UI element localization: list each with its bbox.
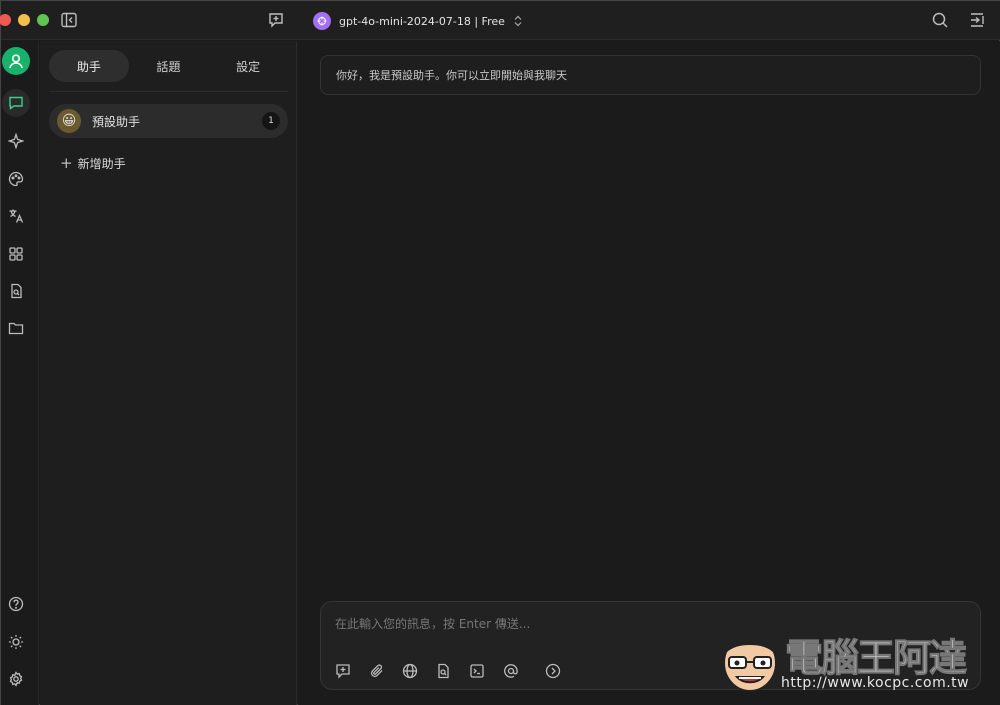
- help-icon[interactable]: [5, 593, 27, 615]
- nav-rail: [1, 41, 39, 705]
- settings-gear-icon[interactable]: [5, 668, 27, 690]
- model-name: gpt-4o-mini-2024-07-18 | Free: [339, 14, 505, 28]
- sparkle-icon[interactable]: [5, 130, 27, 152]
- at-mention-icon[interactable]: [502, 662, 520, 680]
- chevron-updown-icon: [514, 15, 522, 27]
- search-icon[interactable]: [931, 11, 949, 29]
- new-topic-icon[interactable]: [267, 11, 285, 29]
- watermark: 電腦王阿達 http://www.kocpc.com.tw: [717, 621, 997, 701]
- assistant-sidebar: 助手 話題 設定 😀 預設助手 1 + 新增助手: [40, 41, 297, 705]
- user-avatar[interactable]: [2, 47, 30, 75]
- translate-icon[interactable]: [5, 205, 27, 227]
- expand-arrow-icon[interactable]: [544, 662, 562, 680]
- divider: [49, 91, 288, 92]
- assistant-emoji-icon: 😀: [57, 109, 81, 133]
- assistant-item-default[interactable]: 😀 預設助手 1: [49, 104, 288, 138]
- theme-icon[interactable]: [5, 631, 27, 653]
- sidebar-tabs: 助手 話題 設定: [49, 50, 288, 82]
- folder-icon[interactable]: [5, 317, 27, 339]
- sidebar-toggle-icon[interactable]: [60, 11, 78, 29]
- panel-toggle-icon[interactable]: [968, 11, 986, 29]
- maximize-window-button[interactable]: [37, 14, 49, 26]
- add-assistant-label: 新增助手: [77, 156, 126, 171]
- app-window: gpt-4o-mini-2024-07-18 | Free 助手 話題 設定 😀…: [0, 0, 1000, 705]
- watermark-title: 電腦王阿達: [784, 636, 967, 681]
- watermark-mascot-icon: [723, 633, 777, 692]
- paperclip-icon[interactable]: [368, 662, 386, 680]
- title-bar: gpt-4o-mini-2024-07-18 | Free: [0, 1, 1000, 40]
- watermark-url: http://www.kocpc.com.tw: [781, 675, 970, 691]
- terminal-icon[interactable]: [468, 662, 486, 680]
- close-window-button[interactable]: [0, 14, 11, 26]
- file-search-icon[interactable]: [434, 662, 452, 680]
- add-assistant-button[interactable]: + 新增助手: [60, 154, 126, 172]
- model-selector[interactable]: gpt-4o-mini-2024-07-18 | Free: [313, 11, 523, 31]
- tab-topics[interactable]: 話題: [129, 50, 209, 82]
- palette-icon[interactable]: [5, 168, 27, 190]
- apps-grid-icon[interactable]: [5, 243, 27, 265]
- openai-logo-icon: [313, 12, 331, 30]
- plus-icon: +: [60, 153, 73, 172]
- globe-icon[interactable]: [401, 662, 419, 680]
- greeting-message: 你好，我是預設助手。你可以立即開始與我聊天: [320, 55, 981, 95]
- tab-settings[interactable]: 設定: [208, 50, 288, 82]
- minimize-window-button[interactable]: [18, 14, 30, 26]
- chat-area: 你好，我是預設助手。你可以立即開始與我聊天: [298, 41, 1000, 705]
- topic-count-badge: 1: [262, 112, 280, 130]
- chat-icon[interactable]: [2, 89, 30, 117]
- tab-assistants[interactable]: 助手: [49, 50, 129, 82]
- new-topic-icon[interactable]: [334, 662, 352, 680]
- assistant-name: 預設助手: [92, 114, 141, 129]
- file-search-icon[interactable]: [5, 280, 27, 302]
